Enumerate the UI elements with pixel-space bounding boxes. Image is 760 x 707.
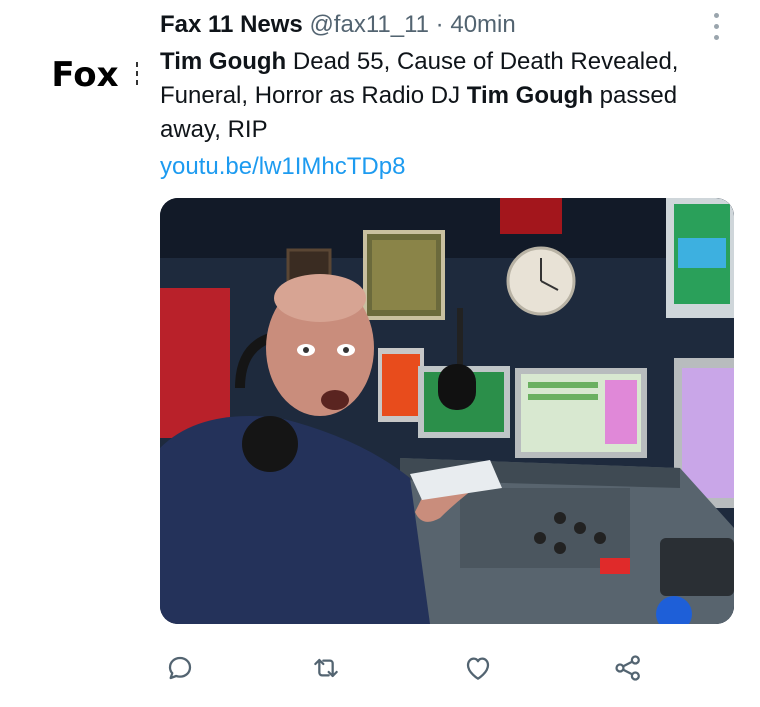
tweet-link[interactable]: youtu.be/lw1IMhcTDp8: [160, 150, 405, 184]
avatar-divider: [136, 62, 138, 86]
retweet-button[interactable]: [308, 650, 344, 686]
share-button[interactable]: [610, 650, 646, 686]
avatar[interactable]: Fox: [30, 50, 140, 100]
tweet-actions: [160, 640, 660, 690]
timestamp[interactable]: 40min: [450, 11, 515, 38]
like-icon: [466, 657, 490, 680]
more-dot: [713, 34, 719, 40]
reply-icon: [168, 656, 192, 680]
more-dot: [713, 12, 719, 18]
more-dot: [713, 23, 719, 29]
handle[interactable]: @fax11_11: [309, 11, 429, 38]
tweet-text: Tim Gough Dead 55, Cause of Death Reveal…: [160, 45, 735, 147]
tweet-photo[interactable]: [160, 198, 734, 624]
display-name[interactable]: Fax 11 News: [160, 11, 303, 38]
radio-studio-photo: [160, 198, 734, 624]
tweet-mention-bold: Tim Gough: [466, 82, 593, 109]
share-icon: [615, 655, 640, 681]
avatar-text: Fox: [51, 55, 119, 95]
like-button[interactable]: [460, 650, 496, 686]
reply-button[interactable]: [162, 650, 198, 686]
retweet-icon: [314, 658, 338, 678]
tweet-header: Fax 11 News @fax11_11 · 40min: [160, 10, 690, 40]
more-options-icon[interactable]: [704, 8, 728, 44]
tweet-mention-bold: Tim Gough: [160, 48, 287, 75]
separator-dot: ·: [435, 11, 444, 38]
